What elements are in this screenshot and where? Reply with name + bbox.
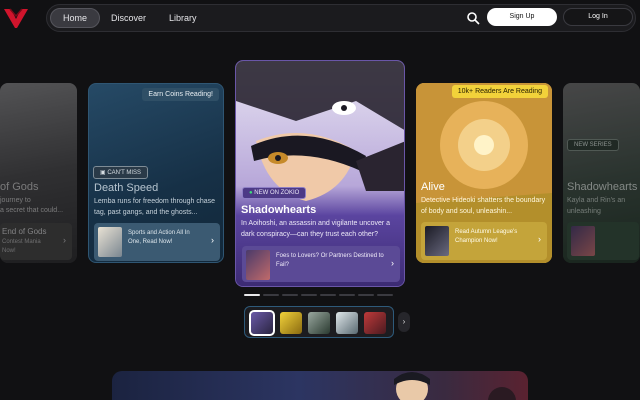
card-title: Alive xyxy=(421,181,445,193)
card-title: Shadowhearts xyxy=(241,204,317,216)
card-description: In Aoihoshi, an assassin and vigilante u… xyxy=(241,220,391,238)
promo-banner[interactable] xyxy=(112,371,528,400)
card-alive[interactable]: 10k+ Readers Are Reading Alive Detective… xyxy=(416,83,552,263)
promo-box[interactable]: Read Autumn League's Champion Now! › xyxy=(421,222,547,260)
card-description: Lemba runs for freedom through chase tag… xyxy=(94,198,216,216)
carousel-dot[interactable] xyxy=(358,294,374,296)
card-desc-line2: a secret that could... xyxy=(0,207,64,214)
card-title: of Gods xyxy=(0,181,39,193)
card-title: Shadowhearts xyxy=(567,181,638,193)
promo-thumbnail xyxy=(571,226,595,256)
promo-thumbnail xyxy=(98,227,122,257)
card-shadowhearts-featured[interactable]: ● NEW ON ZOKIO Shadowhearts In Aoihoshi,… xyxy=(235,60,405,287)
nav-library[interactable]: Library xyxy=(157,8,209,28)
promo-line1: Contest Mania xyxy=(2,239,41,245)
card-end-of-gods[interactable]: of Gods journey to a secret that could..… xyxy=(0,83,77,263)
carousel-dot[interactable] xyxy=(263,294,279,296)
carousel-dot[interactable] xyxy=(244,294,260,296)
top-nav: Home Discover Library Sign Up Log In xyxy=(0,0,640,36)
carousel-dot[interactable] xyxy=(377,294,393,296)
thumbnail-strip xyxy=(244,306,394,338)
card-description: Detective Hideoki shatters the boundary … xyxy=(421,197,546,215)
new-series-badge: NEW SERIES xyxy=(567,139,619,151)
readers-count-tag: 10k+ Readers Are Reading xyxy=(451,85,548,98)
promo-text: Foes to Lovers? Or Partners Destined to … xyxy=(276,253,384,268)
chevron-right-icon[interactable]: › xyxy=(398,312,410,332)
carousel-indicator xyxy=(244,294,396,296)
cant-miss-badge: ▣ CAN'T MISS xyxy=(93,166,149,179)
strip-thumbnail[interactable] xyxy=(249,310,275,336)
strip-thumbnail[interactable] xyxy=(280,312,302,334)
strip-thumbnail[interactable] xyxy=(336,312,358,334)
nav-home[interactable]: Home xyxy=(50,8,101,28)
promo-box[interactable]: Foes to Lovers? Or Partners Destined to … xyxy=(242,246,400,282)
chevron-right-icon: › xyxy=(63,235,66,245)
promo-text: Sports and Action All In One, Read Now! xyxy=(128,230,190,245)
search-icon[interactable] xyxy=(466,11,480,25)
log-in-button[interactable]: Log In xyxy=(563,8,633,26)
strip-thumbnail[interactable] xyxy=(364,312,386,334)
promo-box[interactable] xyxy=(567,222,639,260)
card-shadowhearts-side[interactable]: NEW SERIES Shadowhearts Kayla and Rin's … xyxy=(563,83,640,263)
promo-text: Read Autumn League's Champion Now! xyxy=(455,229,518,244)
promo-box[interactable]: Sports and Action All In One, Read Now! … xyxy=(94,223,220,261)
card-description: Kayla and Rin's an unleashing xyxy=(567,197,626,215)
sign-up-button[interactable]: Sign Up xyxy=(487,8,557,26)
chevron-right-icon: › xyxy=(391,258,394,268)
promo-box[interactable]: End of Gods Contest Mania Now! › xyxy=(0,223,72,260)
chevron-right-icon: › xyxy=(538,234,541,244)
carousel-dot[interactable] xyxy=(339,294,355,296)
promo-line2: Now! xyxy=(2,248,16,254)
carousel-dot[interactable] xyxy=(320,294,336,296)
card-death-speed[interactable]: Earn Coins Reading! ▣ CAN'T MISS Death S… xyxy=(88,83,224,263)
new-on-zokio-badge: ● NEW ON ZOKIO xyxy=(242,187,307,199)
carousel-dot[interactable] xyxy=(301,294,317,296)
carousel-dot[interactable] xyxy=(282,294,298,296)
earn-coins-tag: Earn Coins Reading! xyxy=(142,88,219,101)
chevron-right-icon: › xyxy=(211,235,214,245)
badge-label: NEW ON ZOKIO xyxy=(254,190,300,196)
strip-thumbnail[interactable] xyxy=(308,312,330,334)
banner-art xyxy=(394,372,516,400)
promo-thumbnail xyxy=(425,226,449,256)
card-title: Death Speed xyxy=(94,182,159,194)
promo-title: End of Gods xyxy=(2,227,47,236)
badge-label: CAN'T MISS xyxy=(107,170,142,176)
promo-thumbnail xyxy=(246,250,270,280)
red-v-logo[interactable] xyxy=(3,7,29,29)
nav-discover[interactable]: Discover xyxy=(99,8,158,28)
